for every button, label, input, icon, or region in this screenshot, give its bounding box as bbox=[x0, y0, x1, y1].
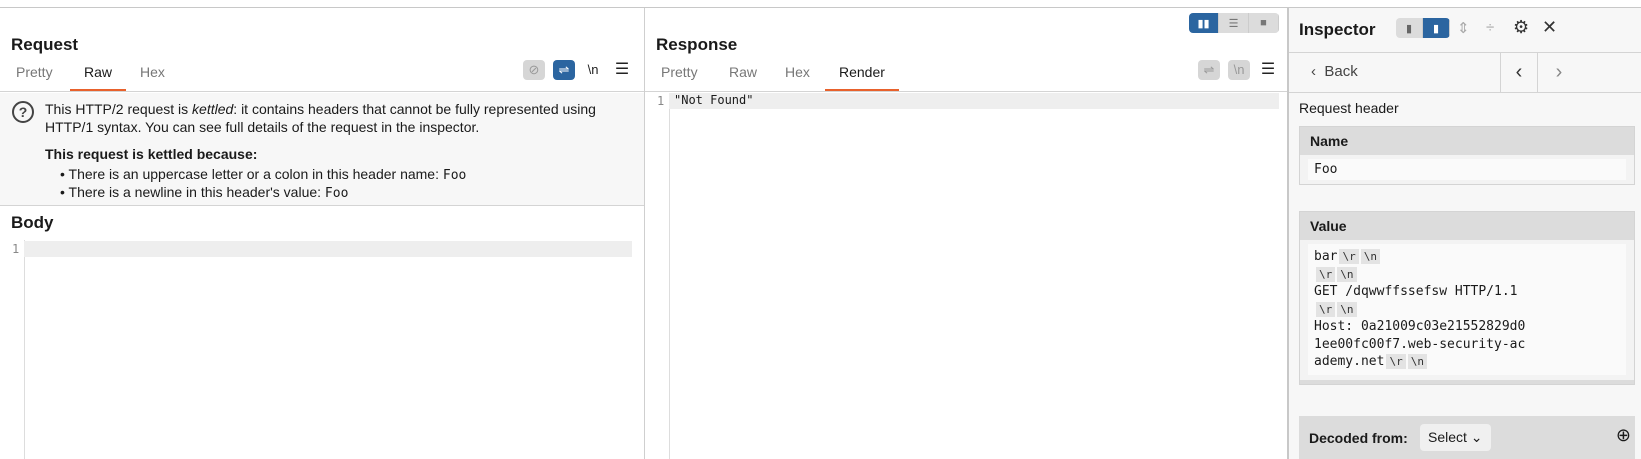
help-icon: ? bbox=[12, 101, 34, 123]
value-text: bar bbox=[1314, 249, 1338, 264]
response-tabs: Pretty Raw Hex Render ⇌ \n ☰ bbox=[645, 60, 1287, 92]
reason-item: • There is an uppercase letter or a colo… bbox=[60, 166, 467, 183]
dock-left-icon[interactable]: ▮ bbox=[1396, 18, 1423, 38]
back-button[interactable]: ‹ Back bbox=[1311, 63, 1358, 80]
section-label: Request header bbox=[1299, 100, 1399, 116]
decoded-bar: Decoded from: Select ⌄ ⊕ bbox=[1299, 416, 1635, 459]
menu-icon[interactable]: ☰ bbox=[1257, 60, 1279, 80]
tab-raw[interactable]: Raw bbox=[715, 63, 771, 91]
escape-token: \n bbox=[1407, 354, 1427, 369]
body-editor[interactable]: 1 bbox=[0, 240, 644, 459]
tab-hex[interactable]: Hex bbox=[126, 63, 179, 91]
tab-render[interactable]: Render bbox=[825, 63, 899, 91]
value-line: 1ee00fc00f7.web-security-ac bbox=[1314, 336, 1620, 354]
value-label: Value bbox=[1310, 218, 1347, 234]
name-label: Name bbox=[1310, 133, 1349, 149]
layout-side-by-side-icon[interactable]: ▮▮ bbox=[1189, 13, 1219, 33]
gear-icon[interactable]: ⚙ bbox=[1513, 17, 1529, 38]
body-title: Body bbox=[11, 213, 54, 232]
value-line: GET /dqwwffssefsw HTTP/1.1 bbox=[1314, 283, 1620, 301]
previous-icon[interactable]: ‹ bbox=[1500, 53, 1538, 93]
reason-item: • There is a newline in this header's va… bbox=[60, 184, 349, 201]
kettled-notice: ? This HTTP/2 request is kettled: it con… bbox=[0, 93, 644, 206]
menu-icon[interactable]: ☰ bbox=[611, 60, 633, 80]
expand-icon[interactable]: ⇕ bbox=[1457, 19, 1470, 37]
response-pane: ▮▮ ☰ ■ Response Pretty Raw Hex Render ⇌ … bbox=[645, 8, 1289, 459]
request-title: Request bbox=[11, 35, 79, 54]
line-number: 1 bbox=[12, 242, 20, 256]
escape-token: \r bbox=[1339, 249, 1359, 264]
escape-token: \r bbox=[1386, 354, 1406, 369]
value-line: ademy.net \r \n bbox=[1314, 353, 1620, 371]
value-text: Host: 0a21009c03e21552829d0 bbox=[1314, 319, 1526, 334]
name-box: Name Foo bbox=[1299, 126, 1635, 185]
response-editor[interactable]: 1 "Not Found" bbox=[645, 93, 1287, 459]
tab-pretty[interactable]: Pretty bbox=[2, 63, 67, 91]
dock-right-icon[interactable]: ▮ bbox=[1423, 18, 1450, 38]
escape-token: \r bbox=[1316, 266, 1336, 282]
tab-hex[interactable]: Hex bbox=[771, 63, 824, 91]
layout-stacked-icon[interactable]: ☰ bbox=[1219, 13, 1249, 33]
value-box: Value bar \r \n \r \n GET /dqwwffssefsw HTTP/… bbox=[1299, 211, 1635, 385]
value-line: \r \n bbox=[1314, 266, 1620, 284]
request-pane: Request Pretty Raw Hex ⊘ ⇌ \n ☰ ? This H… bbox=[0, 8, 645, 459]
decoded-select[interactable]: Select ⌄ bbox=[1420, 424, 1491, 451]
response-title: Response bbox=[656, 35, 738, 54]
value-line: bar \r \n bbox=[1314, 248, 1620, 266]
name-field[interactable]: Foo bbox=[1308, 159, 1626, 180]
decoded-label: Decoded from: bbox=[1309, 430, 1408, 446]
wrap-lines-icon[interactable]: ⇌ bbox=[1198, 60, 1220, 80]
wrap-lines-icon[interactable]: ⇌ bbox=[553, 60, 575, 80]
value-line: Host: 0a21009c03e21552829d0 bbox=[1314, 318, 1620, 336]
newline-toggle[interactable]: \n bbox=[1228, 60, 1250, 80]
escape-token: \n bbox=[1360, 249, 1380, 264]
tab-pretty[interactable]: Pretty bbox=[647, 63, 712, 91]
newline-toggle[interactable]: \n bbox=[582, 60, 604, 80]
kettled-because: This request is kettled because: bbox=[45, 146, 258, 162]
close-icon[interactable]: ✕ bbox=[1542, 17, 1557, 38]
value-text: 1ee00fc00f7.web-security-ac bbox=[1314, 336, 1526, 352]
request-tabs: Pretty Raw Hex ⊘ ⇌ \n ☰ bbox=[0, 60, 644, 92]
layout-single-icon[interactable]: ■ bbox=[1249, 13, 1279, 33]
inspector-title: Inspector bbox=[1299, 20, 1376, 39]
layout-toggle: ▮▮ ☰ ■ bbox=[1189, 13, 1279, 33]
kettled-intro: This HTTP/2 request is kettled: it conta… bbox=[45, 101, 596, 135]
add-icon[interactable]: ⊕ bbox=[1616, 425, 1631, 446]
value-field[interactable]: bar \r \n \r \n GET /dqwwffssefsw HTTP/1.1 \r \… bbox=[1308, 244, 1626, 375]
inspector-panel: Inspector ▮ ▮ ⇕ ÷ ⚙ ✕ ‹ Back ‹ › Request… bbox=[1289, 8, 1641, 459]
hide-icon[interactable]: ⊘ bbox=[523, 60, 545, 80]
escape-token: \n bbox=[1337, 301, 1357, 317]
tab-raw[interactable]: Raw bbox=[70, 63, 127, 91]
escape-token: \r bbox=[1316, 301, 1336, 317]
value-line: \r \n bbox=[1314, 301, 1620, 319]
escape-token: \n bbox=[1337, 266, 1357, 282]
top-border bbox=[0, 0, 1641, 8]
current-line bbox=[24, 241, 632, 257]
next-icon[interactable]: › bbox=[1540, 53, 1578, 93]
inspector-nav: ‹ Back ‹ › bbox=[1289, 52, 1641, 93]
chevron-left-icon: ‹ bbox=[1311, 63, 1316, 80]
response-content: "Not Found" bbox=[674, 93, 754, 107]
collapse-icon[interactable]: ÷ bbox=[1486, 19, 1494, 36]
inspector-dock-toggle: ▮ ▮ bbox=[1396, 18, 1450, 38]
value-text: GET /dqwwffssefsw HTTP/1.1 bbox=[1314, 284, 1518, 299]
value-text: ademy.net bbox=[1314, 354, 1385, 369]
line-number: 1 bbox=[657, 94, 665, 108]
